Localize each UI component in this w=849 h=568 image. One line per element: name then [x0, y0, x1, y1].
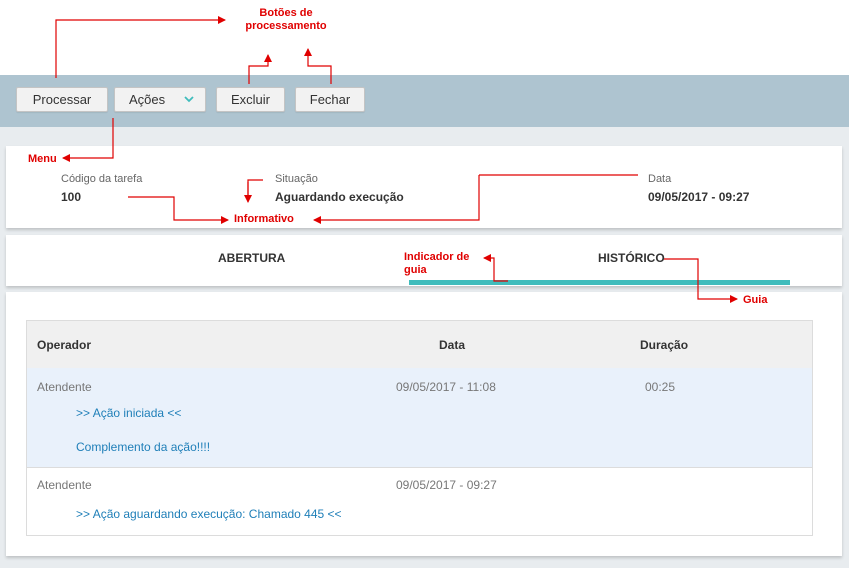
annotation-tab-indicator: Indicador de guia	[404, 251, 470, 276]
annotation-tab: Guia	[743, 294, 768, 306]
annotation-informative: Informativo	[234, 213, 294, 225]
annotation-menu: Menu	[28, 153, 57, 165]
annotation-arrows	[55, 16, 738, 303]
annotation-processing-buttons: Botões de processamento	[245, 7, 327, 32]
